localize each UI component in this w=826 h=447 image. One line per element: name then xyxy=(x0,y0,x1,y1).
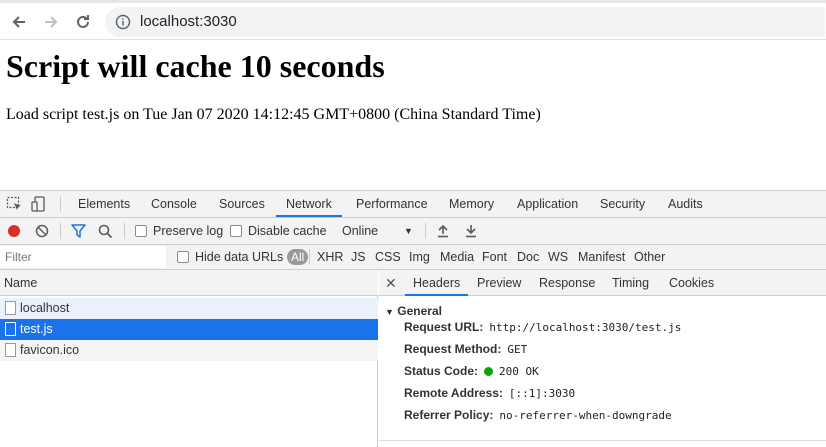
page-text: Load script test.js on Tue Jan 07 2020 1… xyxy=(6,106,541,123)
filter-type-other[interactable]: Other xyxy=(634,245,665,269)
tab-elements[interactable]: Elements xyxy=(68,191,140,217)
back-button[interactable] xyxy=(8,11,30,33)
toolbar-divider xyxy=(60,196,61,212)
column-header-name[interactable]: Name xyxy=(0,270,378,296)
request-details-pane: ✕ Headers Preview Response Timing Cookie… xyxy=(379,270,826,447)
toolbar-divider xyxy=(425,223,426,239)
request-name: favicon.ico xyxy=(20,343,80,357)
inspect-element-icon[interactable] xyxy=(6,196,24,212)
details-tabbar: ✕ Headers Preview Response Timing Cookie… xyxy=(379,270,826,296)
tab-timing[interactable]: Timing xyxy=(604,270,657,296)
toolbar-divider xyxy=(124,223,125,239)
import-har-icon[interactable] xyxy=(437,224,449,238)
devtools-panel: Elements Console Sources Network Perform… xyxy=(0,190,826,447)
header-key: Status Code: xyxy=(404,364,479,378)
export-har-icon[interactable] xyxy=(465,224,477,238)
device-toolbar-icon[interactable] xyxy=(30,196,48,212)
filter-bar: Hide data URLs All XHR JS CSS Img Media … xyxy=(0,245,826,270)
throttling-select[interactable]: Online ▼ xyxy=(342,218,417,244)
filter-type-font[interactable]: Font xyxy=(482,245,507,269)
document-icon xyxy=(5,343,16,357)
tab-preview[interactable]: Preview xyxy=(469,270,529,296)
info-icon[interactable] xyxy=(115,14,131,30)
filter-type-css[interactable]: CSS xyxy=(375,245,401,269)
toolbar-divider xyxy=(60,223,61,239)
status-dot-icon xyxy=(484,367,494,376)
section-title: General xyxy=(397,304,442,318)
tab-headers[interactable]: Headers xyxy=(405,270,469,296)
devtools-tabbar: Elements Console Sources Network Perform… xyxy=(0,191,826,218)
search-icon[interactable] xyxy=(98,224,113,239)
record-icon[interactable] xyxy=(7,224,21,238)
filter-type-js[interactable]: JS xyxy=(351,245,366,269)
tab-sources[interactable]: Sources xyxy=(209,191,275,217)
request-list: Name localhost test.js favicon.ico xyxy=(0,270,378,447)
filter-type-media[interactable]: Media xyxy=(440,245,474,269)
browser-toolbar: localhost:3030 xyxy=(0,0,826,40)
request-name: localhost xyxy=(20,301,70,315)
tab-audits[interactable]: Audits xyxy=(658,191,713,217)
forward-button[interactable] xyxy=(40,11,62,33)
toolbar-divider xyxy=(309,249,310,265)
caret-down-icon: ▼ xyxy=(385,307,394,317)
filter-type-doc[interactable]: Doc xyxy=(517,245,539,269)
header-value: [::1]:3030 xyxy=(508,387,576,400)
header-value: 200 OK xyxy=(499,365,539,378)
header-field: Referrer Policy: no-referrer-when-downgra… xyxy=(404,407,672,424)
header-field: Request URL: http://localhost:3030/test.j… xyxy=(404,319,681,336)
tab-network[interactable]: Network xyxy=(276,191,342,217)
header-key: Request URL: xyxy=(404,320,484,334)
header-field: Remote Address: [::1]:3030 xyxy=(404,385,575,402)
section-divider xyxy=(379,440,826,441)
filter-type-ws[interactable]: WS xyxy=(548,245,568,269)
arrow-right-icon xyxy=(45,16,58,28)
filter-type-all[interactable]: All xyxy=(287,249,309,265)
hide-data-urls-checkbox[interactable] xyxy=(177,251,189,263)
tab-security[interactable]: Security xyxy=(590,191,655,217)
request-row[interactable]: favicon.ico xyxy=(0,340,378,361)
page-title: Script will cache 10 seconds xyxy=(6,48,385,84)
document-icon xyxy=(5,301,16,315)
tab-performance[interactable]: Performance xyxy=(346,191,438,217)
disable-cache-label[interactable]: Disable cache xyxy=(248,218,327,244)
header-value: GET xyxy=(507,343,528,356)
header-key: Referrer Policy: xyxy=(404,408,494,422)
address-bar[interactable]: localhost:3030 xyxy=(105,7,825,37)
disable-cache-checkbox[interactable] xyxy=(230,225,242,237)
clear-icon[interactable] xyxy=(35,224,49,238)
request-row[interactable]: localhost xyxy=(0,298,378,319)
network-toolbar: Preserve log Disable cache Online ▼ xyxy=(0,218,826,245)
tab-cookies[interactable]: Cookies xyxy=(661,270,722,296)
header-field: Status Code: 200 OK xyxy=(404,363,539,380)
general-section-header[interactable]: ▼ General xyxy=(385,304,442,318)
tab-console[interactable]: Console xyxy=(141,191,207,217)
script-icon xyxy=(5,322,16,336)
header-key: Remote Address: xyxy=(404,386,503,400)
tab-memory[interactable]: Memory xyxy=(439,191,504,217)
reload-button[interactable] xyxy=(72,11,94,33)
arrow-left-icon xyxy=(12,16,25,28)
request-row[interactable]: test.js xyxy=(0,319,378,340)
url-text[interactable]: localhost:3030 xyxy=(140,14,237,30)
hide-data-urls-label[interactable]: Hide data URLs xyxy=(195,245,283,269)
header-value: http://localhost:3030/test.js xyxy=(489,321,682,334)
reload-icon xyxy=(77,15,89,28)
filter-icon[interactable] xyxy=(71,224,86,238)
header-value: no-referrer-when-downgrade xyxy=(499,409,672,422)
filter-input[interactable] xyxy=(0,246,166,268)
chevron-down-icon: ▼ xyxy=(404,226,413,236)
filter-type-img[interactable]: Img xyxy=(409,245,430,269)
filter-type-xhr[interactable]: XHR xyxy=(317,245,343,269)
preserve-log-label[interactable]: Preserve log xyxy=(153,218,223,244)
header-field: Request Method: GET xyxy=(404,341,527,358)
tab-response[interactable]: Response xyxy=(531,270,603,296)
tab-application[interactable]: Application xyxy=(507,191,588,217)
filter-type-manifest[interactable]: Manifest xyxy=(578,245,625,269)
header-key: Request Method: xyxy=(404,342,502,356)
preserve-log-checkbox[interactable] xyxy=(135,225,147,237)
throttling-value: Online xyxy=(342,224,379,238)
close-icon[interactable]: ✕ xyxy=(385,270,397,296)
request-name: test.js xyxy=(20,322,53,336)
